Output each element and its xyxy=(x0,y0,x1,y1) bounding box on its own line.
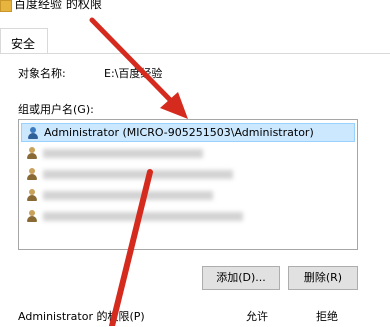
group-user-label: 组或用户名(G): xyxy=(18,103,94,116)
object-name-value: E:\百度经验 xyxy=(104,67,163,80)
folder-icon xyxy=(0,0,12,12)
list-item-label: Administrator (MICRO-905251503\Administr… xyxy=(44,126,314,139)
allow-column-header: 允许 xyxy=(246,310,268,323)
group-icon xyxy=(26,210,39,223)
deny-column-header: 拒绝 xyxy=(316,310,338,323)
tab-strip: 安全 xyxy=(0,28,390,54)
permissions-header: Administrator 的权限(P) 允许 拒绝 xyxy=(18,308,378,326)
list-item-administrator[interactable]: Administrator (MICRO-905251503\Administr… xyxy=(21,123,355,142)
group-user-list[interactable]: Administrator (MICRO-905251503\Administr… xyxy=(18,119,358,250)
add-button[interactable]: 添加(D)... xyxy=(202,266,280,290)
list-item-redacted[interactable] xyxy=(21,186,355,205)
group-icon xyxy=(26,189,39,202)
remove-button[interactable]: 删除(R) xyxy=(288,266,358,290)
group-icon xyxy=(26,147,39,160)
group-icon xyxy=(26,168,39,181)
redacted-text xyxy=(43,212,243,221)
tab-security[interactable]: 安全 xyxy=(0,28,48,54)
list-item-redacted[interactable] xyxy=(21,207,355,226)
window-title: 百度经验 的权限 xyxy=(14,0,102,11)
object-name-label: 对象名称: xyxy=(18,67,66,80)
tab-security-label: 安全 xyxy=(11,37,36,51)
redacted-text xyxy=(43,149,203,158)
user-icon xyxy=(27,127,40,140)
title-bar: 百度经验 的权限 xyxy=(0,0,390,20)
permissions-label: Administrator 的权限(P) xyxy=(18,310,145,323)
list-item-redacted[interactable] xyxy=(21,165,355,184)
redacted-text xyxy=(43,170,233,179)
list-item-redacted[interactable] xyxy=(21,144,355,163)
redacted-text xyxy=(43,191,213,200)
